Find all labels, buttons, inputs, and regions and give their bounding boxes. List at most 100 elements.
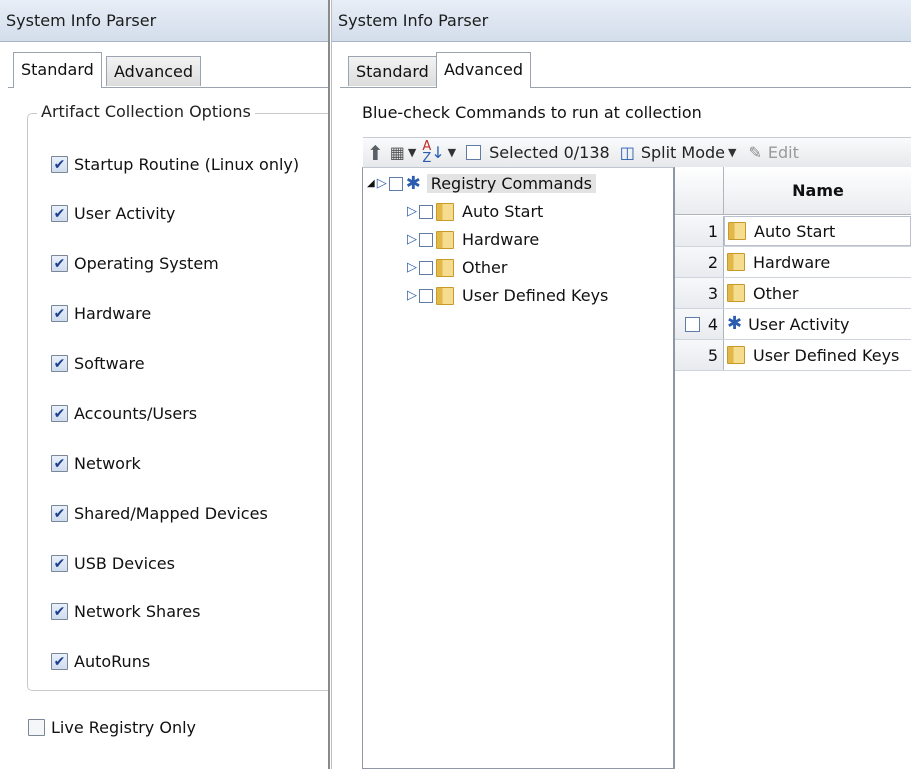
option-label: AutoRuns <box>74 652 151 671</box>
window-title: System Info Parser <box>0 0 328 42</box>
option-label: Accounts/Users <box>74 404 198 423</box>
tree-item-auto-start[interactable]: ▷ Auto Start <box>407 202 543 221</box>
name-cell[interactable]: ✱ User Activity <box>724 309 911 339</box>
tree-item-user-defined-keys[interactable]: ▷ User Defined Keys <box>407 286 608 305</box>
option-startup-routine[interactable]: ✔ Startup Routine (Linux only) <box>51 155 299 174</box>
tree-item-registry-commands[interactable]: ◢ ▷ ✱ Registry Commands <box>367 174 596 193</box>
tree-item-other[interactable]: ▷ Other <box>407 258 507 277</box>
checkbox-checked-icon[interactable]: ✔ <box>51 603 68 620</box>
checkbox-checked-icon[interactable]: ✔ <box>51 156 68 173</box>
folder-icon <box>436 258 454 277</box>
option-network-shares[interactable]: ✔ Network Shares <box>51 602 200 621</box>
option-label: Hardware <box>74 304 152 323</box>
row-name: User Defined Keys <box>753 345 900 365</box>
checkbox-unchecked-icon[interactable] <box>419 260 433 275</box>
option-software[interactable]: ✔ Software <box>51 354 145 373</box>
option-shared-mapped-devices[interactable]: ✔ Shared/Mapped Devices <box>51 504 268 523</box>
export-icon[interactable]: ⬆ <box>367 141 384 165</box>
option-label: Network Shares <box>74 602 201 621</box>
checkbox-checked-icon[interactable]: ✔ <box>51 355 68 372</box>
grid-row[interactable]: 4 ✱ User Activity <box>675 309 911 340</box>
checkbox-checked-icon[interactable]: ✔ <box>51 205 68 222</box>
command-tree: ◢ ▷ ✱ Registry Commands ▷ Auto Start ▷ H… <box>362 167 674 769</box>
row-name: Other <box>753 283 799 303</box>
row-number-label: 2 <box>707 252 718 272</box>
checkbox-checked-icon[interactable]: ✔ <box>51 305 68 322</box>
option-label: USB Devices <box>74 554 175 573</box>
gear-icon: ✱ <box>405 172 421 194</box>
expand-arrow-icon[interactable]: ◢ <box>367 178 375 189</box>
tab-standard[interactable]: Standard <box>348 56 437 86</box>
option-usb-devices[interactable]: ✔ USB Devices <box>51 554 175 573</box>
row-number[interactable]: 2 <box>675 247 724 277</box>
checkbox-checked-icon[interactable]: ✔ <box>51 505 68 522</box>
split-mode-button[interactable]: ◫ Split Mode ▼ <box>620 143 737 162</box>
option-live-registry-only[interactable]: Live Registry Only <box>28 718 196 737</box>
grid-row[interactable]: 1 Auto Start <box>675 216 911 247</box>
row-number[interactable]: 5 <box>675 340 724 370</box>
row-number-label: 4 <box>707 314 718 334</box>
option-accounts-users[interactable]: ✔ Accounts/Users <box>51 404 197 423</box>
name-cell[interactable]: Other <box>724 278 911 308</box>
gear-icon: ✱ <box>727 313 743 334</box>
row-name: User Activity <box>748 314 850 334</box>
toolbar: ⬆ ▦ ▼ A Z ↓ ▼ Selected 0/138 ◫ Split Mode ▼ ✎ E… <box>363 137 911 167</box>
tab-strip: Standard Advanced <box>332 42 911 88</box>
grid-row[interactable]: 3 Other <box>675 278 911 309</box>
grid-header: Name <box>675 167 911 215</box>
checkbox-unchecked-icon[interactable] <box>466 145 482 160</box>
row-number[interactable]: 3 <box>675 278 724 308</box>
sort-button[interactable]: A Z ↓ ▼ <box>422 140 457 165</box>
option-network[interactable]: ✔ Network <box>51 454 141 473</box>
option-hardware[interactable]: ✔ Hardware <box>51 304 151 323</box>
name-cell[interactable]: Auto Start <box>724 216 911 246</box>
dropdown-arrow-icon: ▼ <box>447 146 457 159</box>
folder-icon <box>727 346 745 364</box>
row-number[interactable]: 4 <box>675 309 724 339</box>
tab-advanced[interactable]: Advanced <box>436 52 532 88</box>
checkbox-checked-icon[interactable]: ✔ <box>51 405 68 422</box>
connector-icon: ▷ <box>407 204 417 219</box>
checkbox-unchecked-icon[interactable] <box>684 316 700 332</box>
checkbox-checked-icon[interactable]: ✔ <box>51 255 68 272</box>
tree-item-hardware[interactable]: ▷ Hardware <box>407 230 539 249</box>
option-label: Startup Routine (Linux only) <box>74 155 300 174</box>
option-label: Live Registry Only <box>51 718 196 737</box>
option-label: Network <box>74 454 141 473</box>
edit-button[interactable]: ✎ Edit <box>748 143 798 162</box>
row-name: Hardware <box>753 252 831 272</box>
tab-advanced[interactable]: Advanced <box>106 56 202 86</box>
row-number-header[interactable] <box>675 167 724 214</box>
checkbox-checked-icon[interactable]: ✔ <box>51 653 68 670</box>
tab-standard[interactable]: Standard <box>13 52 102 88</box>
checkbox-unchecked-icon[interactable] <box>28 719 45 736</box>
folder-icon <box>436 202 454 221</box>
row-number-label: 5 <box>707 345 718 365</box>
selected-count[interactable]: Selected 0/138 <box>466 143 610 162</box>
tree-label: User Defined Keys <box>462 286 609 305</box>
columns-button[interactable]: ▦ ▼ <box>390 143 417 162</box>
checkbox-unchecked-icon[interactable] <box>419 232 433 247</box>
checkbox-unchecked-icon[interactable] <box>419 204 433 219</box>
name-cell[interactable]: User Defined Keys <box>724 340 911 370</box>
checkbox-checked-icon[interactable]: ✔ <box>51 455 68 472</box>
option-label: User Activity <box>74 204 176 223</box>
instruction-text: Blue-check Commands to run at collection <box>362 103 702 122</box>
option-label: Operating System <box>74 254 219 273</box>
option-operating-system[interactable]: ✔ Operating System <box>51 254 219 273</box>
column-header-name[interactable]: Name <box>725 167 911 214</box>
grid-row[interactable]: 5 User Defined Keys <box>675 340 911 371</box>
row-number[interactable]: 1 <box>675 216 724 246</box>
tab-strip: Standard Advanced <box>0 42 328 88</box>
grid-row[interactable]: 2 Hardware <box>675 247 911 278</box>
connector-icon: ▷ <box>407 288 417 303</box>
group-title: Artifact Collection Options <box>37 102 255 121</box>
checkbox-unchecked-icon[interactable] <box>419 288 433 303</box>
checkbox-unchecked-icon[interactable] <box>388 176 403 191</box>
option-autoruns[interactable]: ✔ AutoRuns <box>51 652 150 671</box>
checkbox-checked-icon[interactable]: ✔ <box>51 555 68 572</box>
name-cell[interactable]: Hardware <box>724 247 911 277</box>
connector-icon: ▷ <box>407 232 417 247</box>
connector-icon: ▷ <box>376 176 387 191</box>
option-user-activity[interactable]: ✔ User Activity <box>51 204 175 223</box>
